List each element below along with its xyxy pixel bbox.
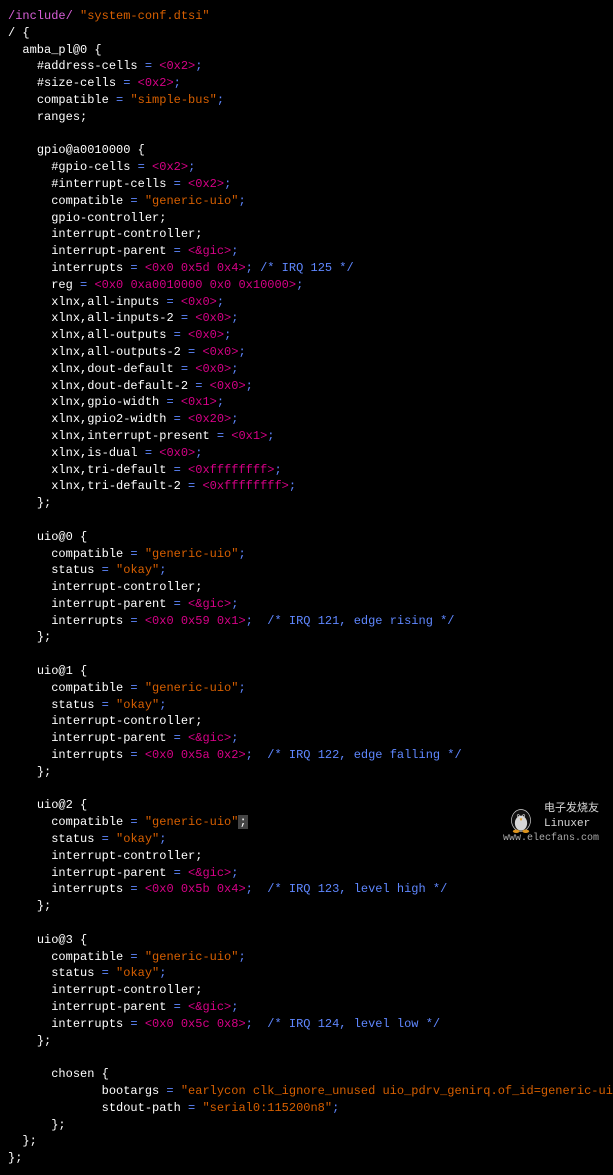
cursor: ; (238, 815, 247, 829)
include-directive: /include/ (8, 9, 73, 23)
watermark-text-1: 电子发烧友 (544, 802, 599, 817)
code-block: /include/ "system-conf.dtsi" / { amba_pl… (8, 8, 605, 1167)
watermark: 电子发烧友 Linuxer (504, 800, 599, 834)
watermark-text-2: Linuxer (544, 817, 599, 832)
penguin-icon (504, 800, 538, 834)
